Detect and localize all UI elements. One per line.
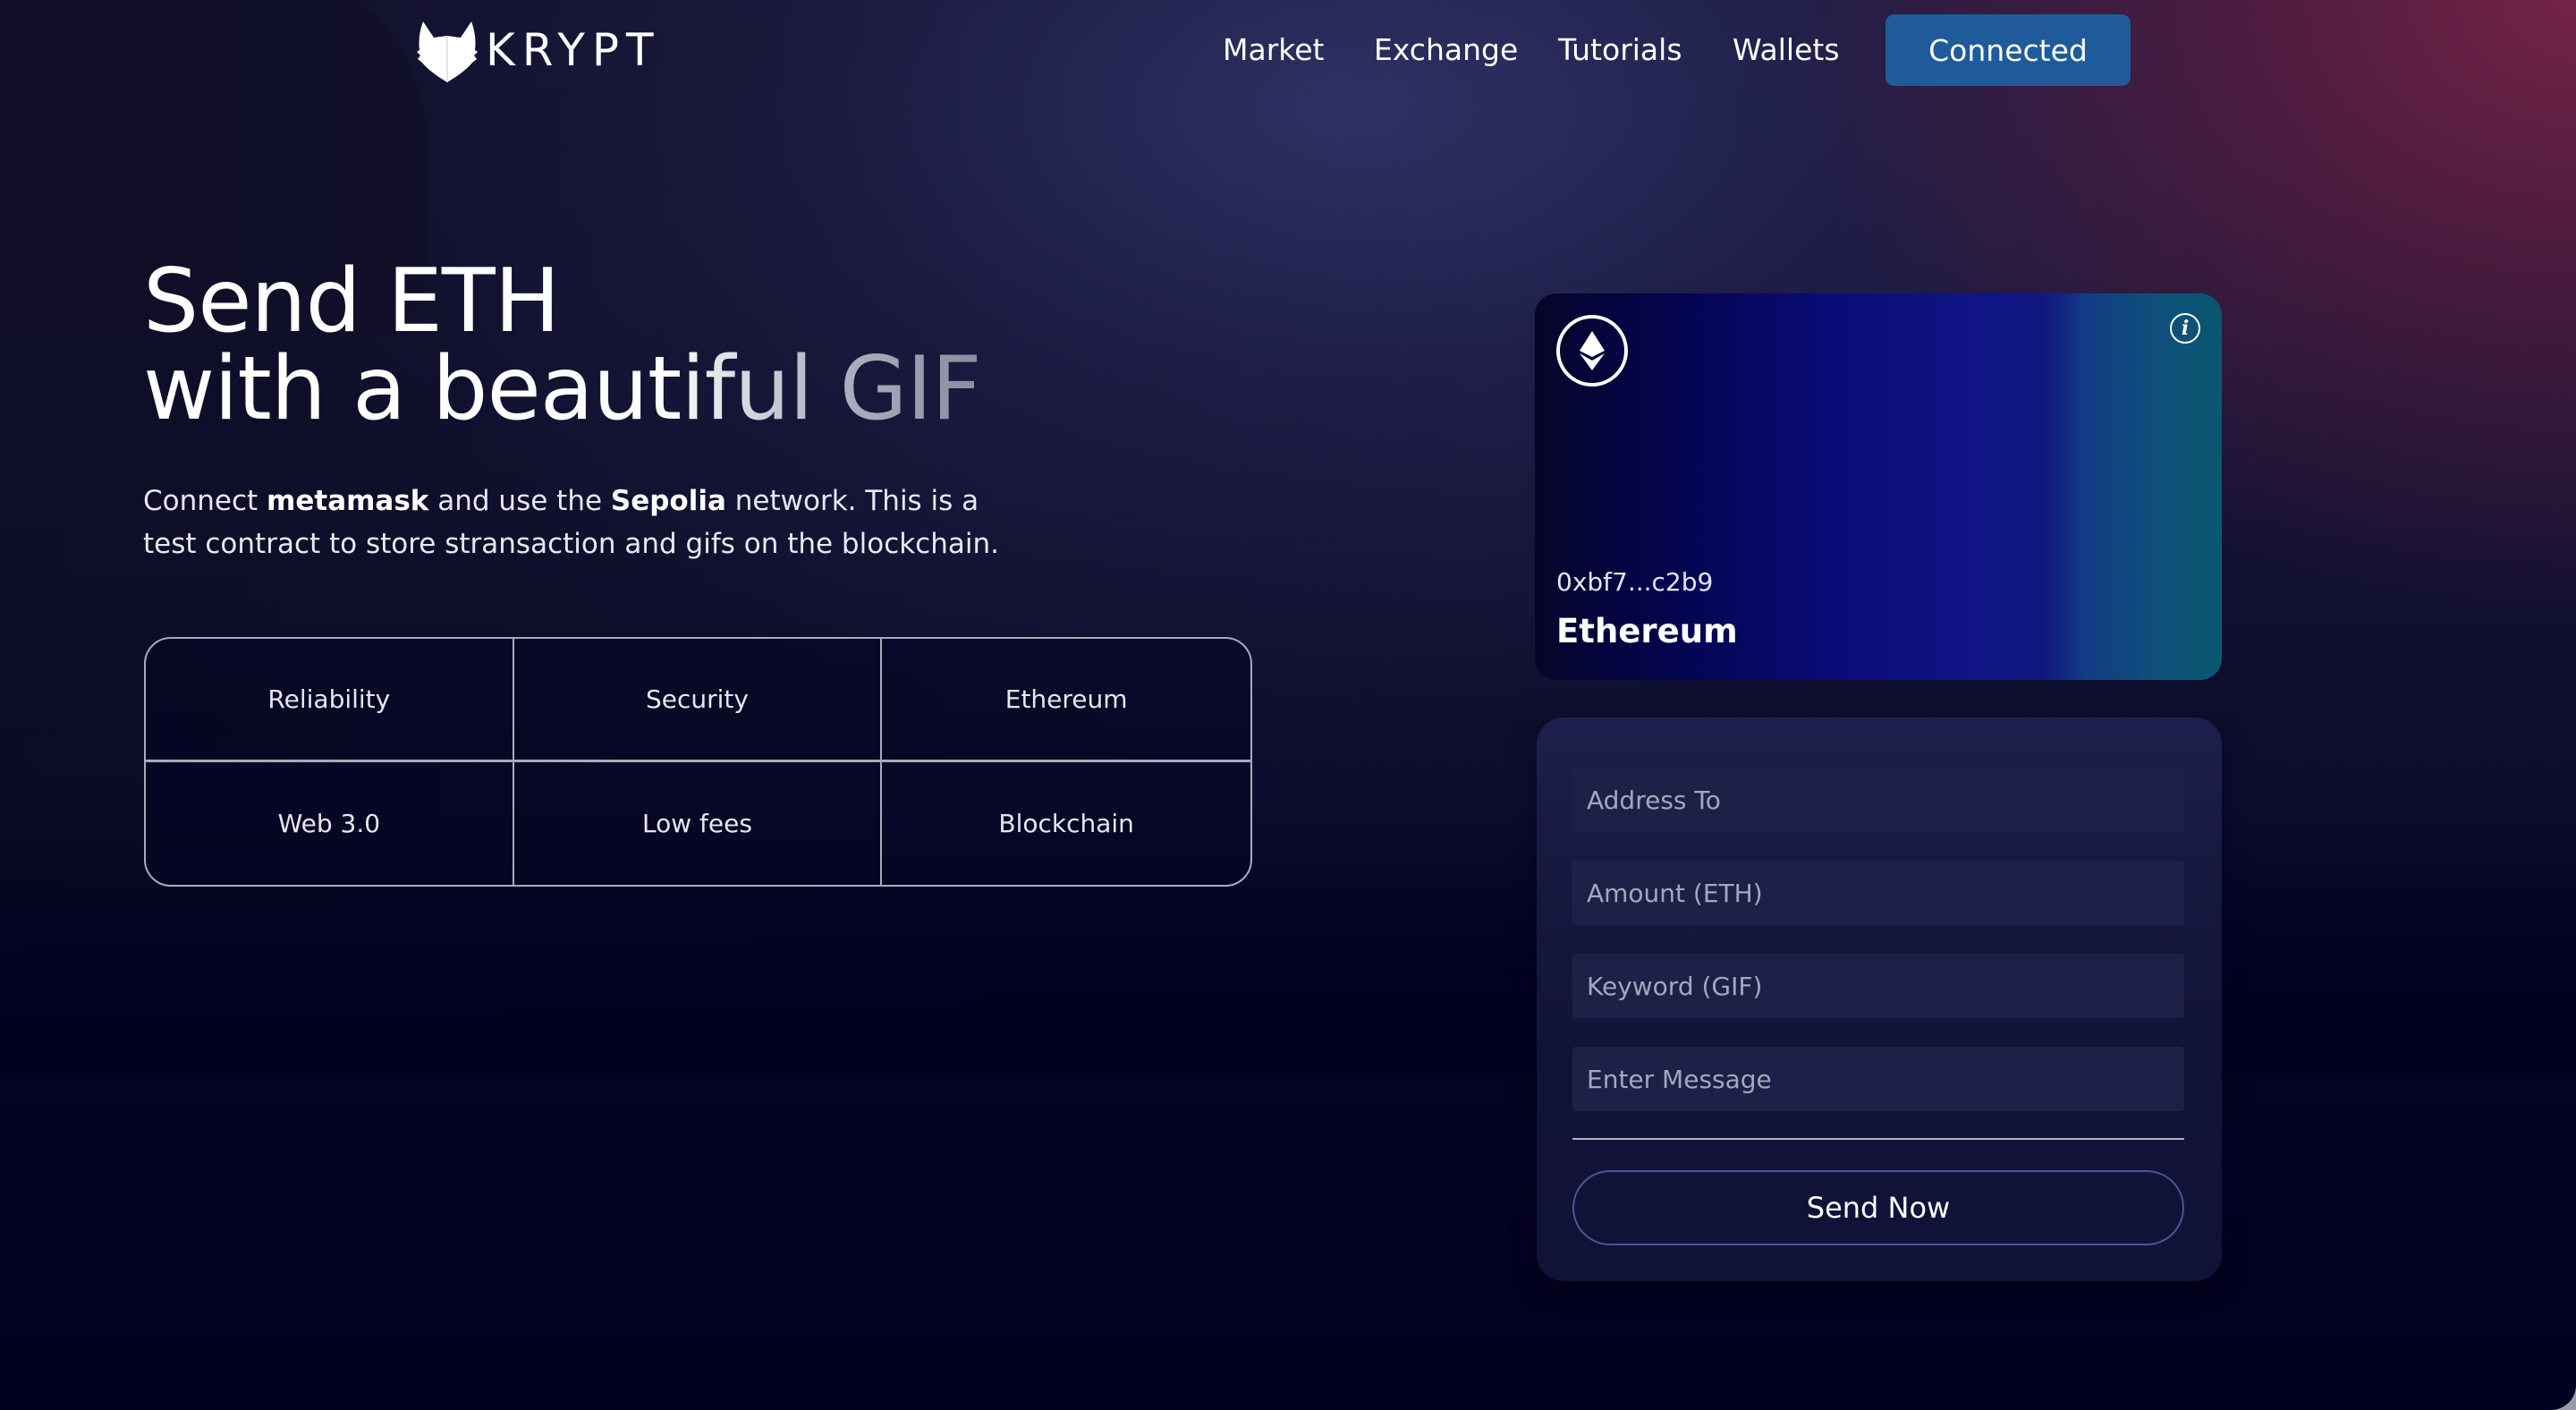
- features-grid: Reliability Security Ethereum Web 3.0 Lo…: [144, 637, 1252, 887]
- info-icon[interactable]: i: [2170, 313, 2200, 344]
- feature-low-fees: Low fees: [514, 761, 883, 885]
- nav-tutorials[interactable]: Tutorials: [1558, 27, 1682, 73]
- wallet-address: 0xbf7...c2b9: [1556, 567, 1714, 597]
- feature-security: Security: [513, 639, 883, 762]
- hero-description: Connect metamask and use the Sepolia net…: [143, 480, 1002, 565]
- keyword-input[interactable]: [1572, 954, 2184, 1018]
- desc-sepolia: Sepolia: [610, 485, 726, 517]
- amount-input[interactable]: [1572, 861, 2184, 925]
- ethereum-glyph: [1580, 331, 1605, 370]
- send-now-button[interactable]: Send Now: [1572, 1170, 2184, 1245]
- hero-title: Send ETH with a beautiful GIF: [143, 251, 982, 440]
- feature-web3: Web 3.0: [146, 761, 514, 885]
- nav-market[interactable]: Market: [1223, 27, 1324, 73]
- hero-title-line2: with a beautiful GIF: [143, 338, 982, 440]
- network-name: Ethereum: [1556, 612, 1738, 650]
- fox-head-icon: [417, 21, 478, 82]
- connected-button[interactable]: Connected: [1885, 14, 2131, 86]
- desc-text: and use the: [428, 485, 611, 517]
- feature-ethereum: Ethereum: [882, 639, 1250, 762]
- feature-blockchain: Blockchain: [998, 808, 1134, 838]
- message-input[interactable]: [1572, 1047, 2184, 1111]
- nav-wallets[interactable]: Wallets: [1733, 27, 1840, 73]
- brand-name: KRYPT: [486, 24, 661, 76]
- desc-text: Connect: [143, 485, 267, 517]
- page: KRYPT Market Exchange Tutorials Wallets …: [0, 0, 2576, 1410]
- hero-title-line1: Send ETH: [143, 251, 560, 352]
- nav-exchange[interactable]: Exchange: [1374, 27, 1518, 73]
- eth-card: i 0xbf7...c2b9 Ethereum: [1535, 293, 2222, 680]
- logo[interactable]: KRYPT: [416, 18, 661, 82]
- feature-reliability: Reliability: [146, 639, 514, 762]
- ethereum-icon: [1556, 315, 1628, 386]
- send-form: Send Now: [1537, 718, 2222, 1281]
- desc-metamask: metamask: [267, 485, 429, 517]
- address-to-input[interactable]: [1572, 768, 2184, 832]
- form-divider: [1572, 1138, 2184, 1140]
